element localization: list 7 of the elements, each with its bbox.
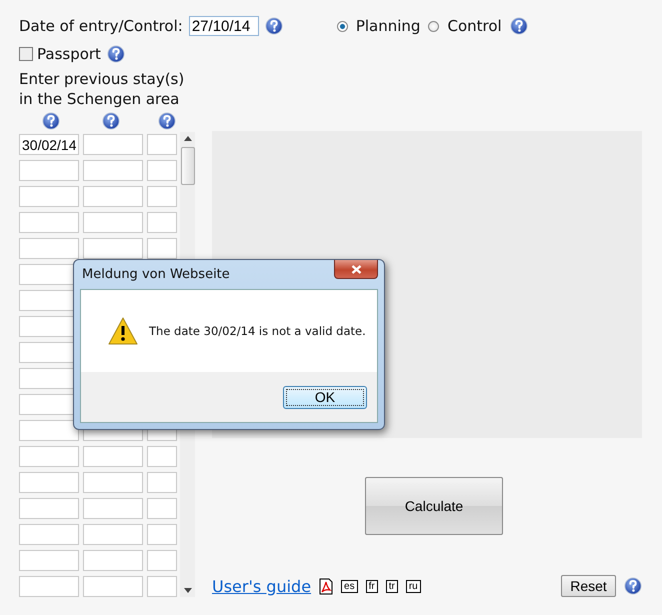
dialog-title: Meldung von Webseite	[81, 267, 230, 282]
dialog-message: The date 30/02/14 is not a valid date.	[149, 324, 366, 338]
radio-label: Control	[447, 17, 502, 35]
checkbox-label: Passport	[37, 45, 101, 63]
radio-label: Planning	[356, 17, 420, 35]
entry-date-label: Date of entry/Control:	[19, 17, 183, 35]
section-heading: Enter previous stay(s) in the Schengen area	[19, 69, 186, 109]
